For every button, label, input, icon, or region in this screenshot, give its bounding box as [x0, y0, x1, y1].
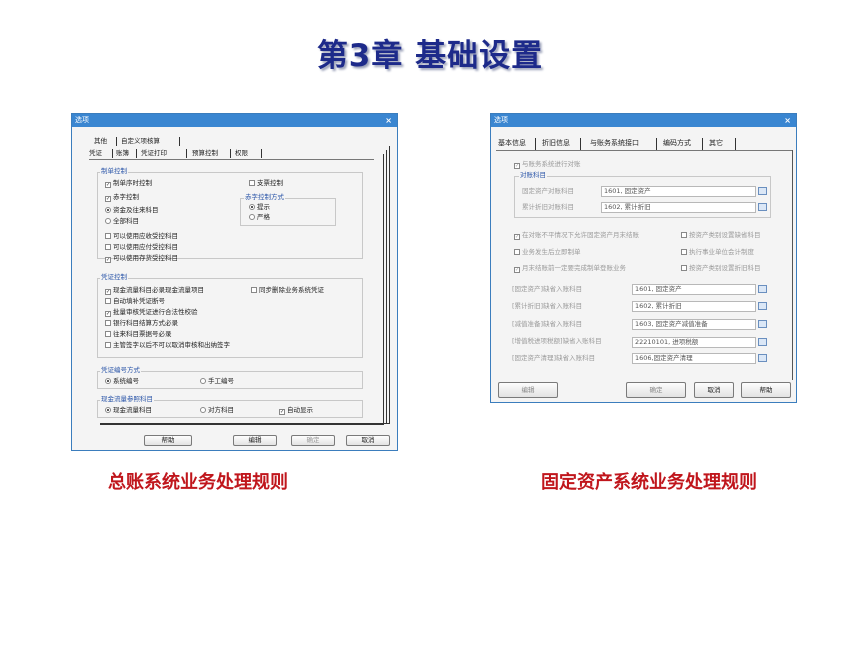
default-account-label: [固定资产清理]缺省入账科目 — [512, 354, 596, 362]
receivable-checkbox[interactable]: 可以使用应收受控科目 — [105, 232, 178, 241]
dep-reconcile-field[interactable]: 1602, 累计折旧 — [601, 202, 756, 213]
all-accounts-radio[interactable]: 全部科目 — [105, 217, 139, 226]
picker-icon[interactable] — [758, 187, 767, 195]
auto-fill-number-checkbox[interactable]: 自动填补凭证断号 — [105, 297, 165, 306]
help-button[interactable]: 帮助 — [144, 435, 192, 446]
cashflow-required-checkbox[interactable]: ✓ 现金流量科目必录现金流量项目 — [105, 286, 204, 295]
default-account-field[interactable]: 1603, 固定资产减值准备 — [632, 319, 756, 330]
default-account-field[interactable]: 22210101, 进项税额 — [632, 337, 756, 348]
check-icon: ✓ — [279, 409, 285, 415]
slide: 第3章 基础设置 选项 × 其他 自定义项核算 凭证 账簿 凭证打印 预算控制 权… — [0, 0, 860, 645]
picker-icon[interactable] — [758, 302, 767, 310]
tab-custom-items[interactable]: 自定义项核算 — [121, 137, 160, 146]
deficit-mode-label: 赤字控制方式 — [244, 193, 285, 202]
default-account-label: [增值税进项税额]缺省入账科目 — [512, 337, 602, 345]
default-account-label: [累计折旧]缺省入账科目 — [512, 302, 583, 310]
help-button[interactable]: 帮助 — [741, 382, 791, 398]
reconcile-checkbox[interactable]: ✓ 与账务系统进行对账 — [514, 160, 581, 169]
ok-button[interactable]: 确定 — [626, 382, 686, 398]
dep-by-category-checkbox[interactable]: 按资产类别设置折旧科目 — [681, 264, 761, 273]
picker-icon[interactable] — [758, 285, 767, 293]
auto-display-checkbox[interactable]: ✓ 自动显示 — [279, 406, 313, 415]
tab-other[interactable]: 其他 — [94, 137, 107, 146]
right-caption: 固定资产系统业务处理规则 — [541, 472, 757, 493]
cancel-button[interactable]: 取消 — [346, 435, 390, 446]
allow-close-checkbox[interactable]: ✓ 在对账不平情况下允许固定资产月末结账 — [514, 231, 639, 240]
immediate-voucher-checkbox[interactable]: 业务发生后立即制单 — [514, 248, 581, 257]
counter-account-radio[interactable]: 对方科目 — [200, 406, 234, 415]
tab-ledger[interactable]: 账簿 — [116, 149, 129, 158]
gl-options-dialog: 选项 × 其他 自定义项核算 凭证 账簿 凭证打印 预算控制 权限 制单控制 ✓ 制… — [71, 113, 398, 451]
manual-number-radio[interactable]: 手工编号 — [200, 377, 234, 386]
cheque-control-checkbox[interactable]: 支票控制 — [249, 179, 283, 188]
sync-delete-checkbox[interactable]: 同步删除业务系统凭证 — [251, 286, 324, 295]
default-account-label: [固定资产]缺省入账科目 — [512, 285, 583, 293]
default-account-field[interactable]: 1602, 累计折旧 — [632, 301, 756, 312]
edit-button[interactable]: 编辑 — [233, 435, 277, 446]
left-caption: 总账系统业务处理规则 — [108, 472, 288, 493]
slide-title: 第3章 基础设置 — [316, 38, 544, 74]
month-end-checkbox[interactable]: ✓ 月末结账前一定要完成制单登账业务 — [514, 264, 626, 273]
edit-button[interactable]: 编辑 — [498, 382, 558, 398]
fa-reconcile-field[interactable]: 1601, 固定资产 — [601, 186, 756, 197]
dep-reconcile-label: 累计折旧对账科目 — [522, 203, 574, 211]
check-icon: ✓ — [105, 311, 111, 317]
numbering-group-label: 凭证编号方式 — [100, 366, 141, 375]
strict-radio[interactable]: 严格 — [249, 213, 270, 222]
gl-dialog-title: 选项 — [75, 116, 89, 124]
cancel-button[interactable]: 取消 — [694, 382, 734, 398]
tab-depreciation[interactable]: 折旧信息 — [542, 139, 570, 148]
tab-other[interactable]: 其它 — [709, 139, 723, 148]
default-account-field[interactable]: 1606,固定资产清理 — [632, 353, 756, 364]
batch-audit-checkbox[interactable]: ✓ 批量审核凭证进行合法性校验 — [105, 308, 198, 317]
close-icon[interactable]: × — [385, 114, 392, 127]
default-by-category-checkbox[interactable]: 按资产类别设置缺省科目 — [681, 231, 761, 240]
default-account-label: [减值准备]缺省入账科目 — [512, 320, 583, 328]
check-icon: ✓ — [105, 182, 111, 188]
fa-dialog-title: 选项 — [494, 116, 508, 124]
voucher-making-group-label: 制单控制 — [100, 167, 128, 176]
tab-accounting-interface[interactable]: 与账务系统接口 — [590, 139, 639, 148]
picker-icon[interactable] — [758, 338, 767, 346]
bank-settlement-checkbox[interactable]: 银行科目结算方式必录 — [105, 319, 178, 328]
cashflow-account-radio[interactable]: 现金流量科目 — [105, 406, 152, 415]
fund-account-radio[interactable]: 资金及往来科目 — [105, 206, 159, 215]
picker-icon[interactable] — [758, 320, 767, 328]
reconcile-accounts-label: 对账科目 — [519, 171, 547, 180]
tab-permission[interactable]: 权限 — [235, 149, 248, 158]
picker-icon[interactable] — [758, 203, 767, 211]
gl-title-bar: 选项 × — [72, 114, 397, 127]
picker-icon[interactable] — [758, 354, 767, 362]
inventory-checkbox[interactable]: ✓ 可以使用存货受控科目 — [105, 254, 178, 263]
tab-basic-info[interactable]: 基本信息 — [498, 139, 526, 148]
check-icon: ✓ — [105, 257, 111, 263]
tab-coding[interactable]: 编码方式 — [663, 139, 691, 148]
system-number-radio[interactable]: 系统编号 — [105, 377, 139, 386]
supervisor-sign-checkbox[interactable]: 主管签字以后不可以取消审核和出纳签字 — [105, 341, 230, 350]
fa-title-bar: 选项 × — [491, 114, 796, 127]
default-account-field[interactable]: 1601, 固定资产 — [632, 284, 756, 295]
payable-checkbox[interactable]: 可以使用应付受控科目 — [105, 243, 178, 252]
public-institution-checkbox[interactable]: 执行事业单位会计制度 — [681, 248, 754, 257]
prompt-radio[interactable]: 提示 — [249, 203, 270, 212]
voucher-control-group-label: 凭证控制 — [100, 273, 128, 282]
deficit-control-checkbox[interactable]: ✓ 赤字控制 — [105, 193, 139, 202]
tab-voucher[interactable]: 凭证 — [89, 149, 102, 158]
ok-button[interactable]: 确定 — [291, 435, 335, 446]
fa-reconcile-label: 固定资产对账科目 — [522, 187, 574, 195]
seq-control-checkbox[interactable]: ✓ 制单序时控制 — [105, 179, 152, 188]
tab-budget-control[interactable]: 预算控制 — [192, 149, 218, 158]
check-icon: ✓ — [105, 196, 111, 202]
cashflow-ref-group-label: 现金流量参照科目 — [100, 395, 154, 404]
check-icon: ✓ — [105, 289, 111, 295]
bill-number-checkbox[interactable]: 往来科目票据号必录 — [105, 330, 172, 339]
fa-options-dialog: 选项 × 基本信息 折旧信息 与账务系统接口 编码方式 其它 ✓ 与账务系统进行对账… — [490, 113, 797, 403]
close-icon[interactable]: × — [784, 114, 791, 127]
tab-voucher-print[interactable]: 凭证打印 — [141, 149, 167, 158]
